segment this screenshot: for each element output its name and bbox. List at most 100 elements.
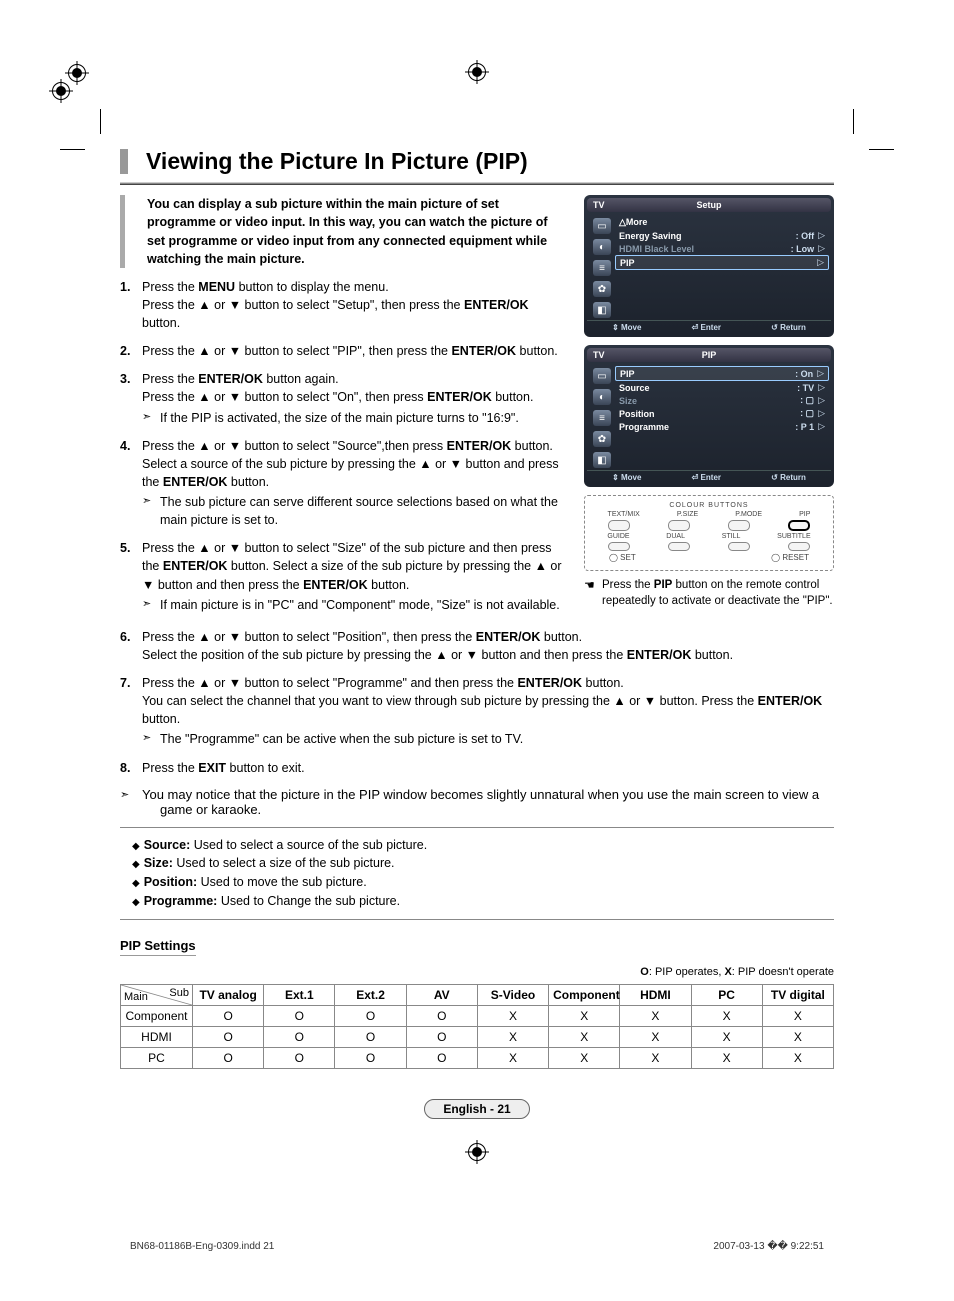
steps-list-full: 6.Press the ▲ or ▼ button to select "Pos… [120,628,834,777]
registration-mark-right [52,82,70,100]
table-header: TV digital [762,984,833,1005]
step-item: 3.Press the ENTER/OK button again.Press … [142,370,566,426]
table-row: HDMIOOOOXXXXX [121,1026,834,1047]
steps-list: 1.Press the MENU button to display the m… [120,278,566,614]
table-header: TV analog [193,984,264,1005]
osd-footer-item: ⏎ Enter [692,473,721,482]
picture-icon: ▭ [593,368,611,384]
table-header: Component [549,984,620,1005]
definitions-box: ◆Source: Used to select a source of the … [120,827,834,920]
registration-mark-left [68,64,86,82]
step-item: 4.Press the ▲ or ▼ button to select "Sou… [142,437,566,530]
right-column: TVSetup ▭ ◐ ≡ ✿ ◧ △MoreEnergy Saving: Of… [584,195,834,624]
osd-line: Size: ▢▷ [615,394,829,407]
remote-set: ◯ SET [609,553,636,562]
osd-footer-item: ↺ Return [771,473,806,482]
table-corner: MainSub [121,984,193,1005]
intro-text: You can display a sub picture within the… [120,195,566,268]
definition-row: ◆Position: Used to move the sub picture. [132,873,822,892]
setup-icon: ✿ [593,431,611,447]
osd-line: Energy Saving: Off▷ [615,229,829,242]
osd-icon-strip: ▭ ◐ ≡ ✿ ◧ [589,216,615,318]
table-row: PCOOOOXXXXX [121,1047,834,1068]
osd-setup-panel: TVSetup ▭ ◐ ≡ ✿ ◧ △MoreEnergy Saving: Of… [584,195,834,337]
registration-mark-top [468,63,486,81]
step-note: If main picture is in "PC" and "Componen… [142,596,566,614]
channel-icon: ≡ [593,260,611,276]
input-icon: ◧ [593,452,611,468]
footer-timestamp: 2007-03-13 �� 9:22:51 [713,1241,824,1252]
table-row: ComponentOOOOXXXXX [121,1005,834,1026]
remote-button [728,542,750,551]
osd-title: Setup [696,200,721,210]
remote-label: STILL [722,533,741,540]
osd-line: HDMI Black Level: Low▷ [615,242,829,255]
setup-icon: ✿ [593,281,611,297]
step-item: 2.Press the ▲ or ▼ button to select "PIP… [142,342,566,360]
input-icon: ◧ [593,302,611,318]
compat-table: MainSubTV analogExt.1Ext.2AVS-VideoCompo… [120,984,834,1069]
osd-footer-item: ⇕ Move [612,323,641,332]
definition-row: ◆Programme: Used to Change the sub pictu… [132,892,822,911]
hand-icon: ☚ [584,577,595,594]
step-item: 8.Press the EXIT button to exit. [142,759,834,777]
page-title: Viewing the Picture In Picture (PIP) [120,149,834,174]
remote-button [608,520,630,531]
closing-note: You may notice that the picture in the P… [120,787,834,817]
page: Viewing the Picture In Picture (PIP) You… [60,109,894,1219]
remote-label: GUIDE [607,533,629,540]
osd-line: Source: TV▷ [615,381,829,394]
sound-icon: ◐ [593,239,611,255]
osd-icon-strip: ▭ ◐ ≡ ✿ ◧ [589,366,615,468]
osd-line: △More [615,216,829,229]
remote-diagram: COLOUR BUTTONS TEXT/MIX P.SIZE P.MODE PIP G… [584,495,834,571]
left-column: You can display a sub picture within the… [120,195,566,624]
step-item: 1.Press the MENU button to display the m… [142,278,566,332]
table-header: Ext.2 [335,984,406,1005]
print-footer: BN68-01186B-Eng-0309.indd 21 2007-03-13 … [60,1237,894,1252]
step-note: The "Programme" can be active when the s… [142,730,834,748]
osd-footer-item: ⇕ Move [612,473,641,482]
footer-file: BN68-01186B-Eng-0309.indd 21 [130,1241,274,1252]
picture-icon: ▭ [593,218,611,234]
step-item: 5.Press the ▲ or ▼ button to select "Siz… [142,539,566,614]
sound-icon: ◐ [593,389,611,405]
osd-title: PIP [702,350,717,360]
remote-button [728,520,750,531]
remote-button [608,542,630,551]
remote-label: DUAL [666,533,685,540]
osd-line: PIP▷ [615,255,829,270]
table-header: PC [691,984,762,1005]
table-legend: O: PIP operates, X: PIP doesn't operate [120,966,834,978]
remote-label: TEXT/MIX [608,511,640,518]
remote-button [788,520,810,531]
remote-header: COLOUR BUTTONS [589,502,829,509]
osd-footer-item: ⏎ Enter [692,323,721,332]
remote-label: SUBTITLE [777,533,810,540]
remote-label: PIP [799,511,810,518]
title-rule [120,182,834,185]
table-header: S-Video [477,984,548,1005]
step-note: If the PIP is activated, the size of the… [142,409,566,427]
osd-footer-item: ↺ Return [771,323,806,332]
remote-button [668,520,690,531]
osd-line: Programme: P 1▷ [615,420,829,433]
definition-row: ◆Source: Used to select a source of the … [132,836,822,855]
remote-reset: ◯ RESET [771,553,809,562]
osd-line: PIP: On▷ [615,366,829,381]
remote-label: P.SIZE [677,511,698,518]
table-header: Ext.1 [264,984,335,1005]
osd-pip-panel: TVPIP ▭ ◐ ≡ ✿ ◧ PIP: On▷Source: TV▷Size:… [584,345,834,487]
remote-button [788,542,810,551]
step-item: 6.Press the ▲ or ▼ button to select "Pos… [142,628,834,664]
osd-footer: ⇕ Move ⏎ Enter ↺ Return [587,470,831,484]
remote-label: P.MODE [735,511,762,518]
table-header: AV [406,984,477,1005]
osd-line: Position: ▢▷ [615,407,829,420]
step-note: The sub picture can serve different sour… [142,493,566,529]
remote-button [668,542,690,551]
page-number: English - 21 [120,1099,834,1119]
osd-footer: ⇕ Move ⏎ Enter ↺ Return [587,320,831,334]
table-header: HDMI [620,984,691,1005]
step-item: 7.Press the ▲ or ▼ button to select "Pro… [142,674,834,749]
